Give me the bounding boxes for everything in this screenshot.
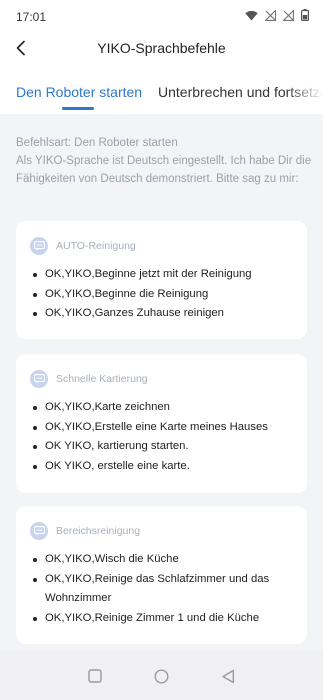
home-circle-icon bbox=[153, 668, 169, 684]
wifi-icon bbox=[245, 10, 258, 20]
command-item: OK,YIKO,Reinige Zimmer 1 und die Küche bbox=[32, 609, 297, 629]
command-card-auto-cleaning: AUTO-Reinigung OK,YIKO,Beginne jetzt mit… bbox=[16, 221, 307, 339]
command-list: OK,YIKO,Karte zeichnen OK,YIKO,Erstelle … bbox=[32, 398, 297, 476]
home-button[interactable] bbox=[152, 667, 170, 685]
command-item: OK,YIKO,Ganzes Zuhause reinigen bbox=[32, 304, 297, 324]
command-item: OK,YIKO,Karte zeichnen bbox=[32, 398, 297, 418]
card-title: AUTO-Reinigung bbox=[56, 240, 136, 252]
recents-button[interactable] bbox=[86, 667, 104, 685]
intro-text: Befehlsart: Den Roboter starten Als YIKO… bbox=[16, 134, 312, 188]
command-item: OK YIKO, erstelle eine karte. bbox=[32, 457, 297, 477]
command-list: OK,YIKO,Wisch die Küche OK,YIKO,Reinige … bbox=[32, 550, 297, 628]
command-item: OK YIKO, kartierung starten. bbox=[32, 437, 297, 457]
chat-bubble-icon bbox=[30, 370, 48, 388]
command-list: OK,YIKO,Beginne jetzt mit der Reinigung … bbox=[32, 265, 297, 324]
back-triangle-icon bbox=[222, 669, 234, 683]
status-time: 17:01 bbox=[16, 10, 47, 24]
card-title: Bereichsreinigung bbox=[56, 525, 141, 537]
card-header: Schnelle Kartierung bbox=[30, 370, 148, 388]
language-description: Als YIKO-Sprache ist Deutsch eingestellt… bbox=[16, 155, 312, 185]
tab-bar: Den Roboter starten Unterbrechen und for… bbox=[0, 64, 323, 114]
back-nav-button[interactable] bbox=[219, 667, 237, 685]
card-header: Bereichsreinigung bbox=[30, 522, 140, 540]
signal-off-icon bbox=[283, 9, 294, 21]
command-item: OK,YIKO,Wisch die Küche bbox=[32, 550, 297, 570]
tab-overflow-fade bbox=[287, 64, 323, 114]
card-title: Schnelle Kartierung bbox=[56, 373, 148, 385]
status-icons bbox=[245, 9, 309, 21]
app-header: YIKO-Sprachbefehle bbox=[0, 34, 323, 64]
status-bar: 17:01 bbox=[0, 0, 323, 34]
active-tab-indicator bbox=[62, 107, 94, 110]
signal-off-icon bbox=[265, 9, 276, 21]
page-title: YIKO-Sprachbefehle bbox=[97, 40, 226, 56]
tab-robot-start[interactable]: Den Roboter starten bbox=[16, 84, 142, 100]
command-item: OK,YIKO,Reinige das Schlafzimmer und das… bbox=[32, 570, 297, 609]
command-card-quick-mapping: Schnelle Kartierung OK,YIKO,Karte zeichn… bbox=[16, 354, 307, 493]
command-item: OK,YIKO,Beginne die Reinigung bbox=[32, 285, 297, 305]
card-header: AUTO-Reinigung bbox=[30, 237, 136, 255]
command-card-area-cleaning: Bereichsreinigung OK,YIKO,Wisch die Küch… bbox=[16, 506, 307, 644]
recents-square-icon bbox=[88, 669, 102, 683]
command-item: OK,YIKO,Beginne jetzt mit der Reinigung bbox=[32, 265, 297, 285]
system-nav-bar bbox=[0, 651, 323, 700]
command-type-label: Befehlsart: Den Roboter starten bbox=[16, 137, 178, 149]
battery-icon bbox=[301, 9, 309, 21]
chat-bubble-icon bbox=[30, 237, 48, 255]
command-item: OK,YIKO,Erstelle eine Karte meines Hause… bbox=[32, 418, 297, 438]
chat-bubble-icon bbox=[30, 522, 48, 540]
